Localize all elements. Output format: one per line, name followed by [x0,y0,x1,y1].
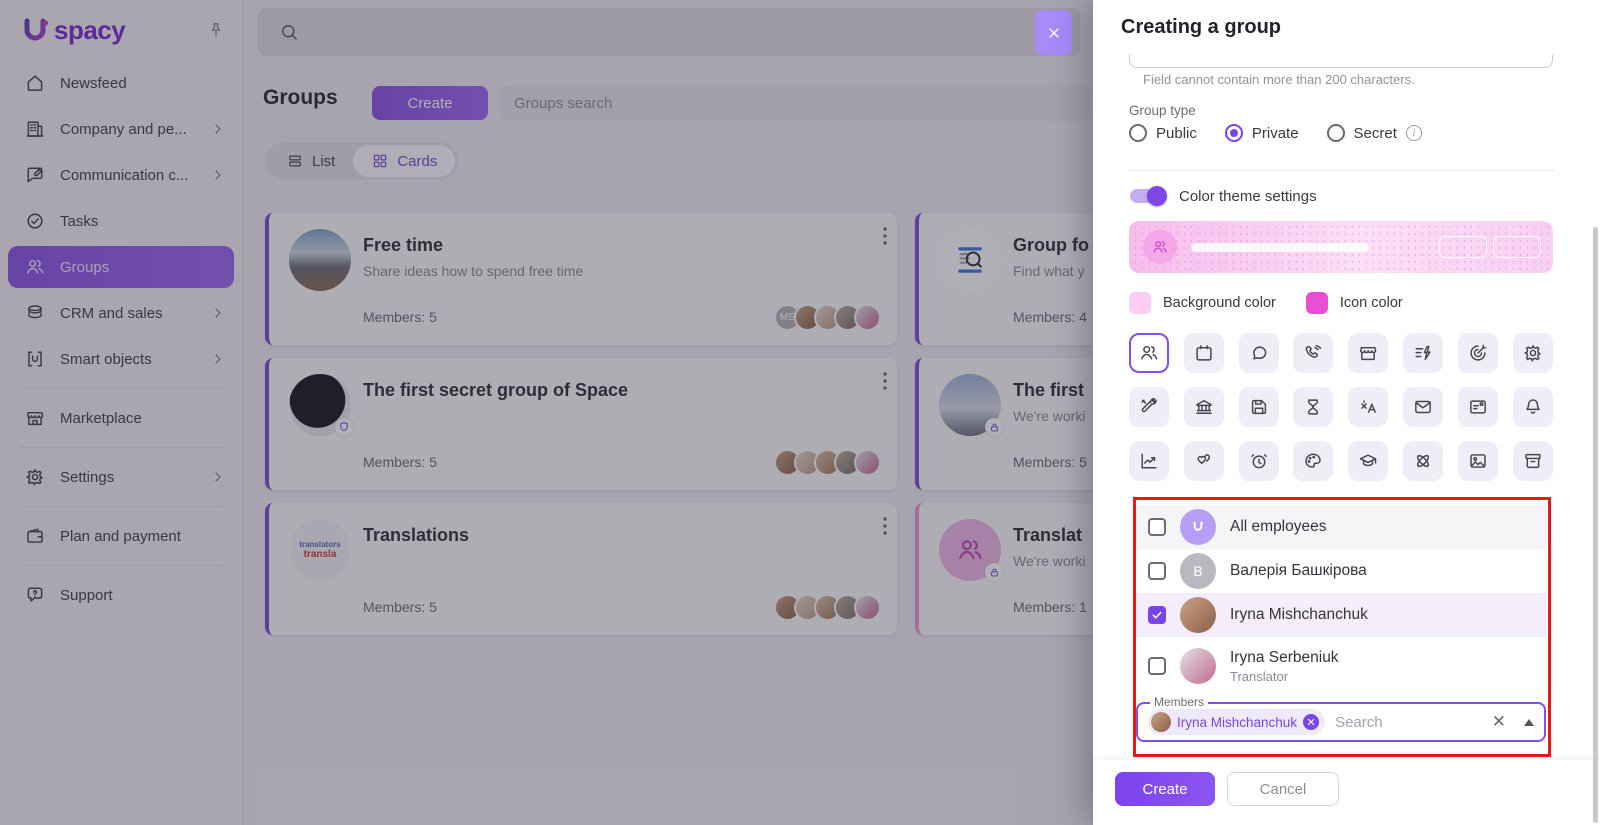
member-name: All employees [1230,518,1327,535]
radio-circle-selected[interactable] [1224,124,1243,142]
selected-member-chip[interactable]: Iryna Mishchanchuk ✕ [1148,709,1326,735]
color-theme-row: Color theme settings [1129,186,1317,206]
create-button[interactable]: Create [1115,772,1215,806]
drawer-footer: Create Cancel [1093,760,1600,825]
member-avatar [1180,597,1216,633]
background-color-item[interactable]: Background color [1129,292,1276,314]
member-avatar-initial: B [1180,553,1216,589]
radio-public[interactable]: Public [1129,124,1197,142]
member-option-valeriia[interactable]: B Валерія Башкірова [1136,549,1546,593]
icon-option-list-lightning[interactable] [1402,333,1443,373]
radio-label: Secret [1353,124,1397,142]
members-search-placeholder[interactable]: Search [1335,714,1492,731]
checkbox-checked[interactable] [1148,606,1166,624]
icon-option-tools[interactable] [1129,387,1169,427]
radio-label: Private [1251,124,1299,142]
icon-option-bank[interactable] [1183,387,1224,427]
icon-option-people[interactable] [1129,333,1169,373]
theme-preview-button [1439,236,1487,258]
theme-preview-avatar [1143,230,1177,264]
members-select-field[interactable]: Members Iryna Mishchanchuk ✕ Search ✕ [1136,695,1546,742]
users-icon [1153,241,1167,253]
theme-preview-banner [1129,221,1553,273]
members-field-label: Members [1150,695,1209,709]
icon-option-mail[interactable] [1402,387,1443,427]
icon-option-graduation-cap[interactable] [1348,441,1389,481]
checkbox-unchecked[interactable] [1148,657,1166,675]
close-icon [1048,27,1059,38]
icon-option-atom[interactable] [1402,441,1443,481]
icon-option-archive[interactable] [1512,441,1553,481]
chip-label: Iryna Mishchanchuk [1177,714,1298,730]
radio-circle[interactable] [1129,124,1147,142]
all-employees-avatar [1180,509,1216,545]
group-type-label: Group type [1129,103,1196,118]
close-drawer-button[interactable] [1035,10,1072,55]
color-legend: Background color Icon color [1129,292,1403,314]
member-name: Iryna Mishchanchuk [1230,606,1368,623]
radio-label: Public [1156,124,1197,142]
icon-option-calendar[interactable] [1183,333,1224,373]
radio-private[interactable]: Private [1224,124,1299,142]
icon-option-alarm-clock[interactable] [1238,441,1279,481]
chip-remove-icon[interactable]: ✕ [1303,714,1320,730]
icon-option-save[interactable] [1238,387,1279,427]
icon-option-chat[interactable] [1238,333,1279,373]
modal-backdrop[interactable] [0,0,1093,825]
creating-group-drawer: Creating a group Field cannot contain mo… [1093,0,1600,825]
icon-option-target[interactable] [1457,333,1498,373]
member-option-iryna-serbeniuk[interactable]: Iryna Serbeniuk Translator [1136,637,1546,695]
icon-option-hearts[interactable] [1183,441,1224,481]
chip-avatar [1151,712,1171,732]
field-helper-text: Field cannot contain more than 200 chara… [1143,72,1415,87]
icon-option-palette[interactable] [1293,441,1334,481]
icon-option-phone[interactable] [1293,333,1334,373]
member-option-iryna-mishchanchuk[interactable]: Iryna Mishchanchuk [1136,593,1546,637]
member-name: Валерія Башкірова [1230,562,1367,579]
icon-color-swatch[interactable] [1305,292,1328,314]
drawer-title: Creating a group [1093,0,1600,55]
member-name: Iryna Serbeniuk [1230,648,1339,666]
icon-option-translate[interactable] [1348,387,1389,427]
color-theme-toggle[interactable] [1129,186,1167,206]
caret-up-icon[interactable] [1524,718,1534,726]
group-type-radios: Public Private Secret i [1129,124,1422,142]
theme-preview-button [1493,236,1541,258]
member-avatar [1180,648,1216,684]
member-subtitle: Translator [1230,668,1289,684]
background-color-label: Background color [1163,295,1276,311]
icon-color-item[interactable]: Icon color [1305,292,1403,314]
member-option-all-employees[interactable]: All employees [1136,505,1546,549]
theme-preview-titlebar [1191,243,1369,252]
radio-secret[interactable]: Secret i [1326,124,1422,142]
background-color-swatch[interactable] [1129,292,1151,314]
icon-option-hourglass[interactable] [1293,387,1334,427]
icon-option-image[interactable] [1457,441,1498,481]
icon-option-bell[interactable] [1512,387,1553,427]
checkbox-unchecked[interactable] [1148,518,1166,536]
icon-color-label: Icon color [1339,295,1403,311]
drawer-scrollbar[interactable] [1593,227,1598,823]
icon-option-gear[interactable] [1512,333,1553,373]
color-theme-label: Color theme settings [1179,187,1317,205]
icon-picker-grid [1129,333,1555,481]
icon-option-chart[interactable] [1129,441,1169,481]
clear-icon[interactable]: ✕ [1492,712,1506,732]
divider [1129,170,1556,171]
info-icon[interactable]: i [1405,125,1422,141]
checkbox-unchecked[interactable] [1148,562,1166,580]
cancel-button[interactable]: Cancel [1227,772,1339,806]
radio-circle[interactable] [1326,124,1345,142]
icon-option-contact-card[interactable] [1457,387,1498,427]
icon-option-store[interactable] [1348,333,1389,373]
